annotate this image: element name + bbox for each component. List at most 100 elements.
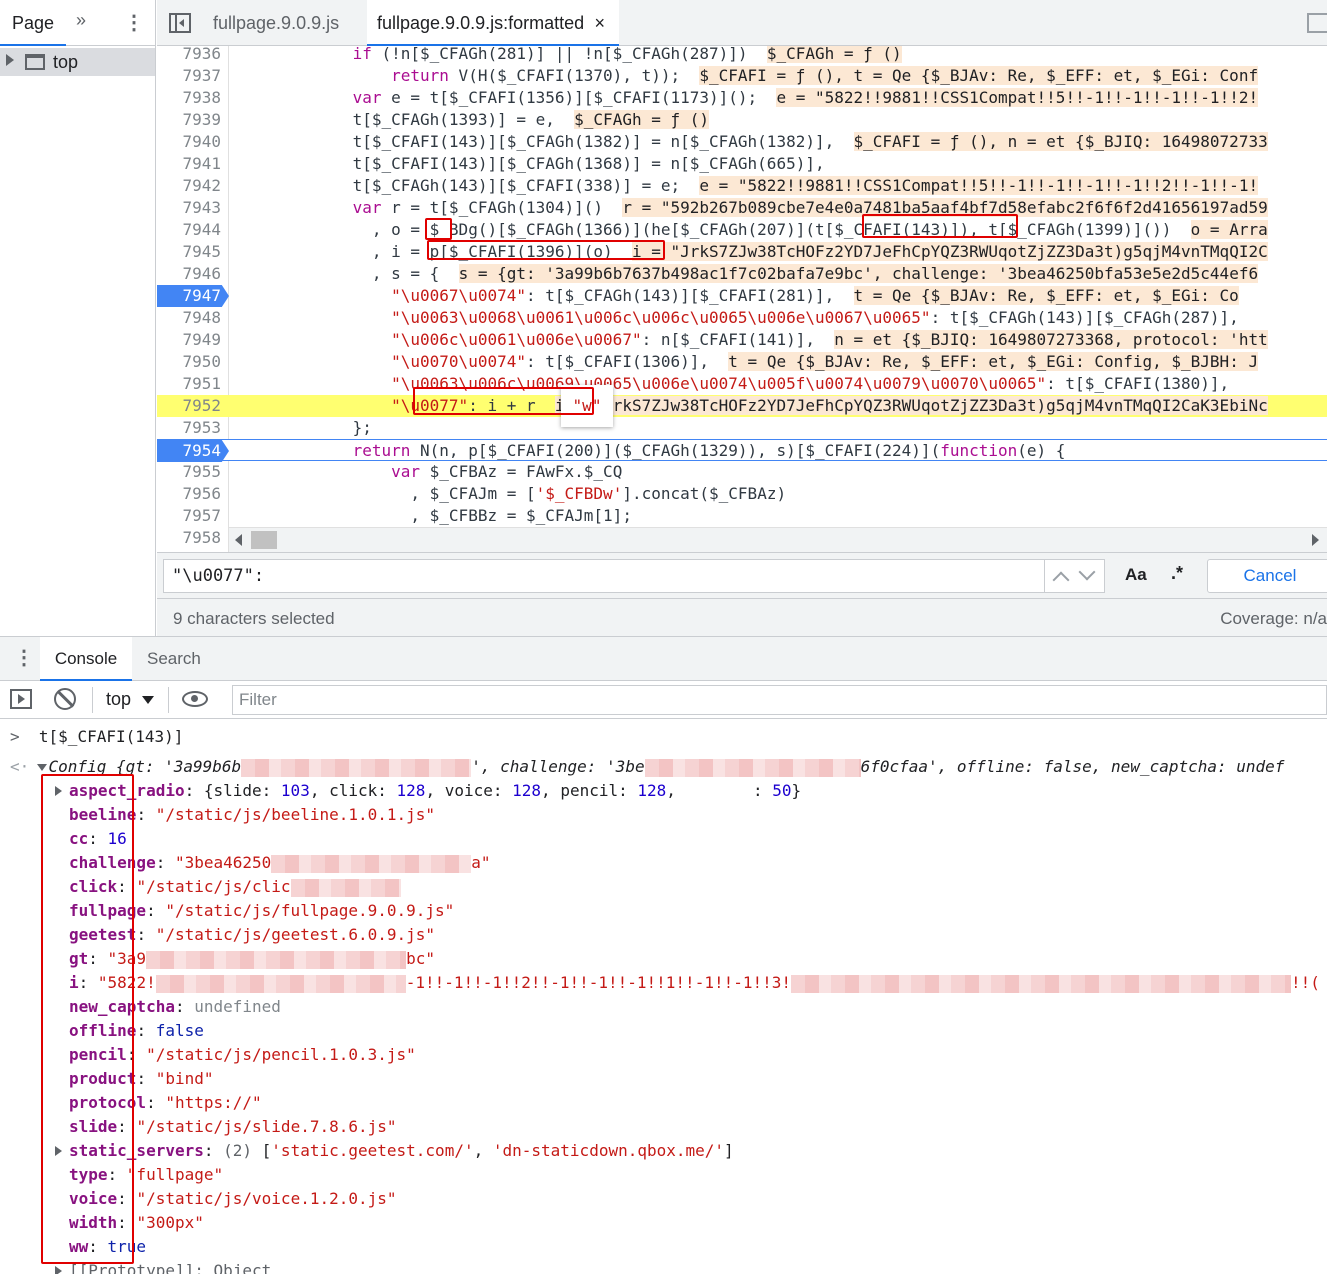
code-text: , $_CFBBz = $_CFAJm[1]; (237, 506, 632, 525)
cancel-button[interactable]: Cancel (1207, 559, 1327, 593)
console-toolbar: top Filter (0, 681, 1327, 719)
line-number[interactable]: 7936 (157, 46, 221, 65)
breakpoint-line-number[interactable]: 7947 (157, 285, 229, 307)
line-number[interactable]: 7953 (157, 417, 221, 439)
toggle-navigator-icon[interactable] (169, 13, 191, 33)
line-number[interactable]: 7946 (157, 263, 221, 285)
code-line[interactable]: 7943 var r = t[$_CFAGh(1304)]() r = "592… (157, 197, 1327, 219)
toolbar-divider (92, 687, 93, 713)
code-line[interactable]: 7938 var e = t[$_CFAFI(1356)][$_CFAFI(11… (157, 87, 1327, 109)
code-line[interactable]: 7953 }; (157, 417, 1327, 439)
regex-button[interactable]: .* (1171, 563, 1183, 584)
inline-value: t = Qe {$_BJAv: Re, $_EFF: et, $_EGi: Co… (728, 352, 1259, 371)
code-line[interactable]: 7942 t[$_CFAGh(143)][$_CFAFI(338)] = e; … (157, 175, 1327, 197)
code-line[interactable]: 7944 , o = $_BDg()[$_CFAGh(1366)](he[$_C… (157, 219, 1327, 241)
live-expression-icon[interactable] (182, 691, 208, 707)
annotation-box (413, 387, 594, 415)
line-number[interactable]: 7955 (157, 461, 221, 483)
line-number[interactable]: 7940 (157, 131, 221, 153)
coverage-status[interactable]: Coverage: n/a (1220, 609, 1327, 629)
code-editor[interactable]: 7936 if (!n[$_CFAGh(281)] || !n[$_CFAGh(… (157, 46, 1327, 552)
tab-search[interactable]: Search (147, 637, 201, 681)
line-number[interactable]: 7942 (157, 175, 221, 197)
code-line[interactable]: 7939 t[$_CFAGh(1393)] = e, $_CFAGh = ƒ (… (157, 109, 1327, 131)
line-number[interactable]: 7949 (157, 329, 221, 351)
annotation-box (41, 774, 134, 1264)
context-select[interactable]: top (106, 689, 131, 710)
toolbar-divider (168, 687, 169, 713)
console-property[interactable]: static_servers: (2) ['static.geetest.com… (55, 1139, 734, 1163)
find-input[interactable]: "\u0077": (163, 559, 1045, 593)
code-line[interactable]: 7946 , s = { s = {gt: '3a99b6b7637b498ac… (157, 263, 1327, 285)
filter-input[interactable]: Filter (232, 685, 1327, 715)
console-property[interactable]: aspect_radio: {slide: 103, click: 128, v… (55, 779, 801, 803)
inline-value: $_CFAGh = ƒ () (574, 110, 710, 129)
code-line[interactable]: 7936 if (!n[$_CFAGh(281)] || !n[$_CFAGh(… (157, 46, 1327, 65)
line-number[interactable]: 7937 (157, 65, 221, 87)
horizontal-scrollbar[interactable] (229, 527, 1327, 552)
console-property[interactable]: i: "5822! -1!!-1!!-1!!2!!-1!!-1!!-1!!1!!-… (69, 971, 1320, 995)
toggle-debugger-icon[interactable] (1307, 13, 1327, 33)
code-line[interactable]: 7950 "\u0070\u0074": t[$_CFAFI(1306)], t… (157, 351, 1327, 373)
more-tabs-icon[interactable]: » (76, 10, 86, 31)
close-icon[interactable]: × (594, 0, 605, 46)
scroll-left-icon[interactable] (235, 534, 242, 546)
line-number[interactable]: 7951 (157, 373, 221, 395)
tab-fullpage-js-formatted[interactable]: fullpage.9.0.9.js:formatted × (367, 0, 619, 46)
code-line[interactable]: 7941 t[$_CFAFI(143)][$_CFAGh(1368)] = n[… (157, 153, 1327, 175)
scroll-right-icon[interactable] (1312, 534, 1319, 546)
console-sidebar-icon[interactable] (10, 689, 32, 709)
expand-arrow-icon[interactable] (55, 1266, 62, 1274)
code-line[interactable]: 7947 "\u0067\u0074": t[$_CFAGh(143)][$_C… (157, 285, 1327, 307)
line-number[interactable]: 7952 (157, 395, 221, 417)
navigator-tabs: Page » ⋮ (0, 0, 155, 46)
navigator-menu-icon[interactable]: ⋮ (124, 10, 144, 35)
clear-console-icon[interactable] (54, 688, 76, 710)
code-line[interactable]: 7949 "\u006c\u0061\u006e\u0067": n[$_CFA… (157, 329, 1327, 351)
code-text: t[$_CFAFI(143)][$_CFAGh(1382)] = n[$_CFA… (237, 132, 1268, 151)
line-number[interactable]: 7941 (157, 153, 221, 175)
expand-arrow-icon[interactable] (6, 54, 14, 66)
drawer-menu-icon[interactable]: ⋮ (14, 645, 34, 670)
code-line[interactable]: 7957 , $_CFBBz = $_CFAJm[1]; (157, 505, 1327, 527)
code-line[interactable]: 7945 , i = p[$_CFAFI(1396)](o) i = "JrkS… (157, 241, 1327, 263)
line-number[interactable]: 7958 (157, 527, 221, 549)
code-text: "\u006c\u0061\u006e\u0067": n[$_CFAFI(14… (391, 330, 1268, 349)
breakpoint-line-number[interactable]: 7954 (157, 440, 229, 462)
console-input-line[interactable]: > t[$_CFAFI(143)] (10, 725, 183, 749)
tab-console[interactable]: Console (40, 637, 132, 681)
line-number[interactable]: 7944 (157, 219, 221, 241)
code-line[interactable]: 7937 return V(H($_CFAFI(1370), t)); $_CF… (157, 65, 1327, 87)
code-line[interactable]: 7948 "\u0063\u0068\u0061\u006c\u006c\u00… (157, 307, 1327, 329)
line-number[interactable]: 7957 (157, 505, 221, 527)
match-case-button[interactable]: Aa (1125, 565, 1147, 585)
line-number[interactable]: 7956 (157, 483, 221, 505)
line-number[interactable]: 7945 (157, 241, 221, 263)
line-number[interactable]: 7938 (157, 87, 221, 109)
code-line[interactable]: 7940 t[$_CFAFI(143)][$_CFAGh(1382)] = n[… (157, 131, 1327, 153)
line-number[interactable]: 7943 (157, 197, 221, 219)
inline-value: i = "JrkS7ZJw38TcHOFz2YD7JeFhCpYQZ3RWUqo… (631, 242, 1268, 261)
console-output[interactable]: > t[$_CFAFI(143)] <· Config {gt: '3a99b6b… (0, 719, 1327, 1274)
code-line[interactable]: 7954 return N(n, p[$_CFAFI(200)]($_CFAGh… (157, 439, 1327, 462)
console-result-config[interactable]: <· Config {gt: '3a99b6b ', challenge: '3b… (10, 755, 1284, 779)
find-previous-icon[interactable] (1052, 571, 1070, 589)
line-number[interactable]: 7950 (157, 351, 221, 373)
collapse-arrow-icon[interactable] (37, 764, 47, 771)
tab-fullpage-js[interactable]: fullpage.9.0.9.js (213, 0, 339, 46)
code-line[interactable]: 7955 var $_CFBAz = FAwFx.$_CQ (157, 461, 1327, 483)
code-text: var e = t[$_CFAFI(1356)][$_CFAFI(1173)](… (352, 88, 1259, 107)
chevron-down-icon[interactable] (142, 696, 154, 704)
find-next-icon[interactable] (1078, 563, 1096, 581)
code-text: var $_CFBAz = FAwFx.$_CQ (391, 462, 623, 481)
status-bar: 9 characters selected Coverage: n/a (157, 598, 1327, 636)
code-line[interactable]: 7951 "\u0063\u006c\u0069\u0065\u006e\u00… (157, 373, 1327, 395)
line-number[interactable]: 7948 (157, 307, 221, 329)
line-number[interactable]: 7939 (157, 109, 221, 131)
tab-page[interactable]: Page (0, 0, 66, 46)
tree-item-top[interactable]: top (0, 48, 155, 76)
scrollbar-thumb[interactable] (251, 531, 277, 549)
code-line[interactable]: 7956 , $_CFAJm = ['$_CFBDw'].concat($_CF… (157, 483, 1327, 505)
inline-value: s = {gt: '3a99b6b7637b498ac1f7c02bafa7e9… (458, 264, 1259, 283)
code-line[interactable]: 7952 "\u0077": i + r i = "JrkS7ZJw38TcHO… (157, 395, 1327, 417)
